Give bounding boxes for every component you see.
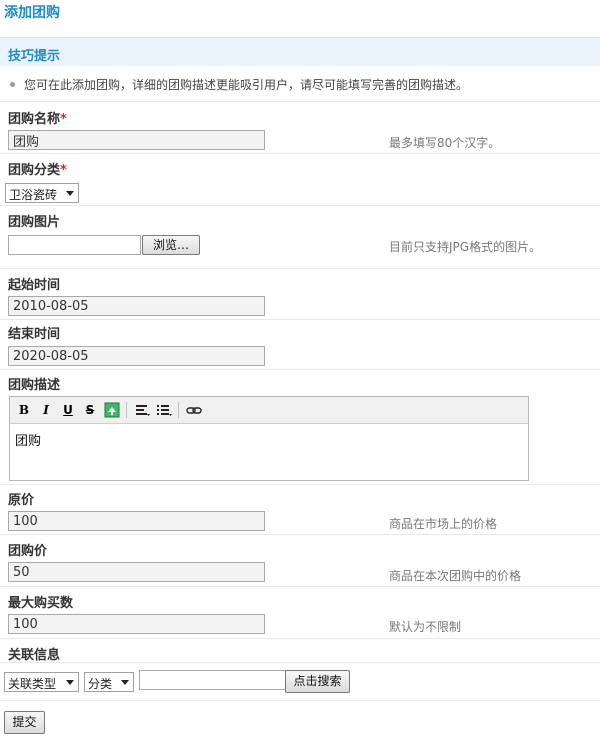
related-search-input[interactable] <box>139 670 286 690</box>
tips-text: 您可在此添加团购，详细的团购描述更能吸引用户，请尽可能填写完善的团购描述。 <box>8 76 468 93</box>
divider <box>0 662 600 663</box>
bold-button[interactable]: B <box>16 402 32 418</box>
strikethrough-button[interactable]: S <box>82 402 98 418</box>
divider <box>0 638 600 639</box>
description-label: 团购描述 <box>8 378 61 393</box>
align-button[interactable] <box>134 402 150 418</box>
divider <box>0 101 600 102</box>
search-button[interactable]: 点击搜索 <box>285 670 350 693</box>
related-category-value: 分类 <box>88 677 113 691</box>
divider <box>0 369 600 370</box>
original-price-input[interactable] <box>8 511 265 531</box>
editor-content[interactable]: 团购 <box>10 424 528 455</box>
related-label: 关联信息 <box>8 648 61 663</box>
divider <box>0 534 600 535</box>
category-select-value: 卫浴瓷砖 <box>9 188 58 202</box>
name-label: 团购名称* <box>8 112 67 127</box>
max-buy-hint: 默认为不限制 <box>389 620 462 634</box>
group-name-input[interactable] <box>8 130 265 150</box>
divider <box>0 268 600 269</box>
divider <box>0 484 600 485</box>
category-label: 团购分类* <box>8 163 67 178</box>
image-label: 团购图片 <box>8 215 61 230</box>
file-path-input[interactable] <box>8 235 141 255</box>
group-price-hint: 商品在本次团购中的价格 <box>389 569 522 583</box>
related-category-select[interactable]: 分类 <box>84 672 134 692</box>
divider <box>0 319 600 320</box>
editor-toolbar: B I U S <box>10 397 528 424</box>
end-time-input[interactable] <box>8 346 265 366</box>
toolbar-separator <box>178 402 179 418</box>
insert-image-button[interactable] <box>104 402 120 418</box>
related-type-value: 关联类型 <box>8 677 57 691</box>
original-price-hint: 商品在市场上的价格 <box>389 517 498 531</box>
max-buy-label: 最大购买数 <box>8 596 74 611</box>
browse-button[interactable]: 浏览… <box>142 235 200 255</box>
group-price-input[interactable] <box>8 562 265 582</box>
submit-button[interactable]: 提交 <box>4 711 45 734</box>
italic-button[interactable]: I <box>38 402 54 418</box>
page-title: 添加团购 <box>4 5 60 21</box>
link-button[interactable] <box>186 402 202 418</box>
start-time-label: 起始时间 <box>8 278 61 293</box>
divider <box>0 586 600 587</box>
link-icon <box>186 407 202 414</box>
list-button[interactable] <box>156 402 172 418</box>
required-mark: * <box>60 112 67 127</box>
related-type-select[interactable]: 关联类型 <box>4 672 79 692</box>
end-time-label: 结束时间 <box>8 327 61 342</box>
toolbar-separator <box>126 402 127 418</box>
start-time-input[interactable] <box>8 296 265 316</box>
bullet-icon <box>10 82 15 87</box>
group-price-label: 团购价 <box>8 544 48 559</box>
name-hint: 最多填写80个汉字。 <box>389 136 501 150</box>
original-price-label: 原价 <box>8 493 35 508</box>
image-hint: 目前只支持JPG格式的图片。 <box>389 240 542 254</box>
image-icon <box>104 402 120 418</box>
required-mark: * <box>60 163 67 178</box>
align-left-icon <box>136 405 150 416</box>
underline-button[interactable]: U <box>60 402 76 418</box>
divider <box>0 153 600 154</box>
chevron-down-icon <box>66 191 74 196</box>
divider <box>0 205 600 206</box>
max-buy-input[interactable] <box>8 614 265 634</box>
tips-text-content: 您可在此添加团购，详细的团购描述更能吸引用户，请尽可能填写完善的团购描述。 <box>24 78 469 92</box>
chevron-down-icon <box>121 680 129 685</box>
divider <box>0 700 600 701</box>
list-icon <box>157 405 172 416</box>
chevron-down-icon <box>66 680 74 685</box>
tips-header: 技巧提示 <box>0 37 600 66</box>
category-select[interactable]: 卫浴瓷砖 <box>5 183 79 203</box>
rich-text-editor: B I U S 团购 <box>9 396 529 481</box>
